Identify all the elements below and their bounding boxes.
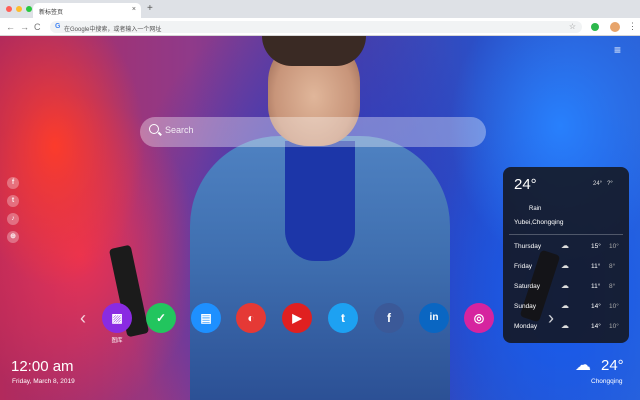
forecast-day: Saturday [514,283,541,290]
forecast-high: 15° [591,243,601,250]
weather-location: Yubei,Chongqing [514,219,564,226]
prev-apps-arrow[interactable]: ‹ [80,309,86,327]
google-icon: G [55,23,61,30]
search-bar[interactable] [140,117,486,147]
check-app-icon[interactable]: ✓ [146,303,176,333]
browser-toolbar: ← → C G 在Google中搜索，或者输入一个网址 ☆ ⋮ [0,18,640,36]
cloud-icon: ☁ [561,281,569,290]
youtube-app-icon[interactable]: ▶ [282,303,312,333]
address-bar[interactable]: G 在Google中搜索，或者输入一个网址 ☆ [50,21,582,33]
reload-icon[interactable]: C [34,21,41,33]
cloud-icon[interactable]: ☁ [575,358,591,374]
forecast-high: 11° [591,283,601,290]
forecast-high: 14° [591,303,601,310]
forecast-high: 11° [591,263,601,270]
forecast-high: 14° [591,323,601,330]
next-apps-arrow[interactable]: › [548,309,554,327]
current-weather-city: Chongqing [591,378,623,385]
forecast-day: Sunday [514,303,537,310]
close-tab-icon[interactable]: × [132,6,136,13]
forecast-day: Thursday [514,243,542,250]
gallery-app-icon[interactable]: ▨ [102,303,132,333]
twitter-app-icon[interactable]: t [328,303,358,333]
cloud-icon: ☁ [561,261,569,270]
forward-icon[interactable]: → [20,21,29,33]
tab-title: 新标签页 [39,10,64,16]
forecast-low: 8° [609,283,616,290]
browser-menu-icon[interactable]: ⋮ [628,20,637,32]
clock-time: 12:00 am [11,358,74,375]
forecast-low: 10° [609,243,619,250]
new-tab-page: ≡ f t ♪ ⊕ 24° 24° ?° Rain Yubei,Chongqin… [0,36,640,400]
search-input[interactable] [165,125,465,135]
cloud-icon: ☁ [561,241,569,250]
new-tab-button[interactable]: + [147,3,153,15]
cloud-icon: ☁ [561,301,569,310]
bookmark-star-icon[interactable]: ☆ [569,22,576,31]
forecast-day: Friday [514,263,533,270]
current-temperature: 24° [514,176,537,193]
facebook-app-icon[interactable]: f [374,303,404,333]
forecast-row: Sunday ☁ 14° 10° [514,301,622,313]
forecast-row: Thursday ☁ 15° 10° [514,241,622,253]
forecast-day: Monday [514,323,538,330]
forecast-low: 10° [609,323,619,330]
linkedin-app-icon[interactable]: in [419,303,449,333]
gallery-app-label: 图库 [111,338,123,344]
cloud-icon: ☁ [561,321,569,330]
maximize-window-button[interactable] [26,6,32,12]
close-window-button[interactable] [6,6,12,12]
facebook-icon[interactable]: f [7,177,19,189]
hamburger-menu-icon[interactable]: ≡ [614,44,626,56]
forecast-low: 8° [609,263,616,270]
weather-forecast-panel: 24° 24° ?° Rain Yubei,Chongqing Thursday… [503,167,629,343]
address-bar-placeholder: 在Google中搜索，或者输入一个网址 [64,27,162,33]
high-temperature: 24° [593,181,603,187]
forecast-low: 10° [609,303,619,310]
weather-condition: Rain [529,206,542,212]
game-app-icon[interactable]: ◐ [236,303,266,333]
minimize-window-button[interactable] [16,6,22,12]
browser-tab-bar: 新标签页 × + [0,0,640,18]
notes-app-icon[interactable]: ▤ [191,303,221,333]
clock-date: Friday, March 8, 2019 [12,378,75,385]
current-weather-temp[interactable]: 24° [601,357,624,374]
extension-icon[interactable] [591,23,599,31]
back-icon[interactable]: ← [6,21,15,33]
low-temperature: ?° [607,181,613,187]
forecast-row: Saturday ☁ 11° 8° [514,281,622,293]
divider [509,234,623,235]
browser-icon[interactable]: ⊕ [7,231,19,243]
window-controls [6,6,32,12]
search-icon [149,124,159,134]
high-low-temperature: 24° ?° [593,181,613,187]
profile-avatar[interactable] [610,22,620,32]
background-person-shirt [285,141,355,261]
instagram-app-icon[interactable]: ◎ [464,303,494,333]
forecast-row: Friday ☁ 11° 8° [514,261,622,273]
background-person-hair [262,36,366,66]
music-icon[interactable]: ♪ [7,213,19,225]
tab-new-tab[interactable]: 新标签页 × [33,3,141,18]
twitter-icon[interactable]: t [7,195,19,207]
forecast-row: Monday ☁ 14° 10° [514,321,622,333]
